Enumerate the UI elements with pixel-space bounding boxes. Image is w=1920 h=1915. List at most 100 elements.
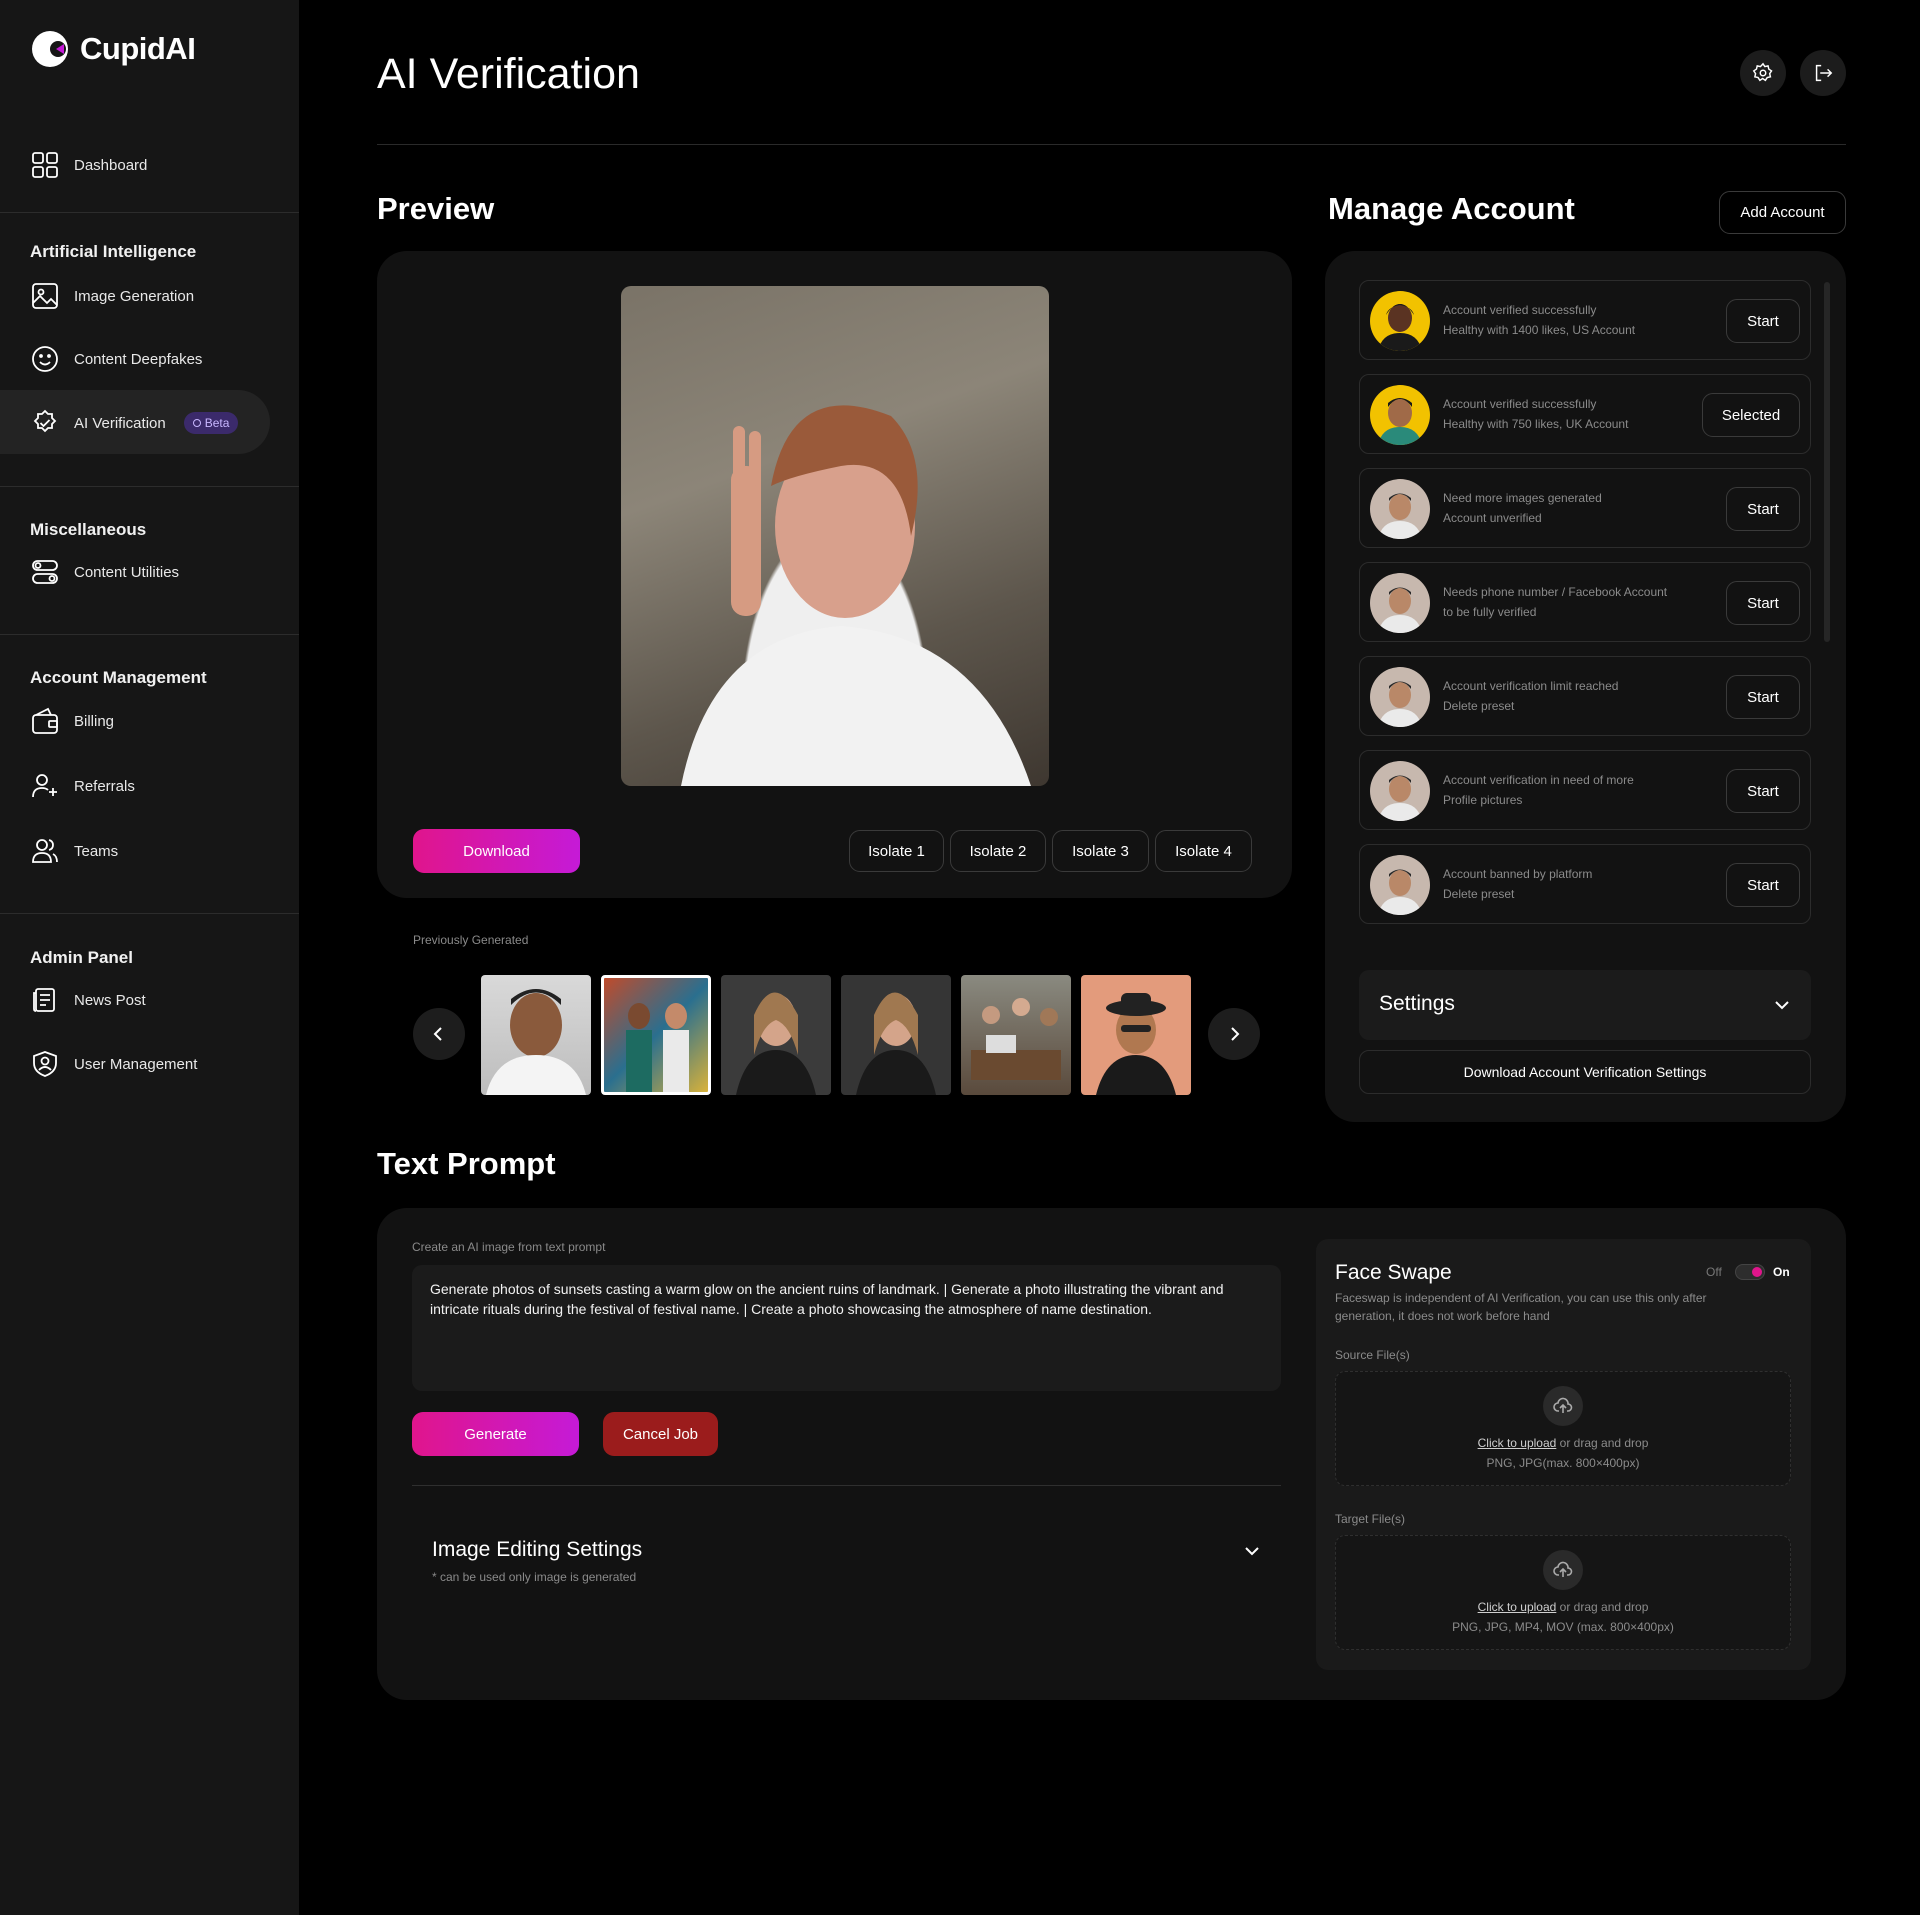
sidebar-item-label: Content Utilities xyxy=(74,563,180,581)
sidebar-item-news-post[interactable]: News Post xyxy=(30,980,146,1020)
face-swap-toggle[interactable] xyxy=(1735,1264,1765,1280)
section-title-ai: Artificial Intelligence xyxy=(30,242,197,261)
account-detail: Healthy with 1400 likes, US Account xyxy=(1443,323,1636,337)
sidebar-divider xyxy=(0,212,299,213)
sidebar-item-label: Teams xyxy=(74,842,119,860)
account-status: Needs phone number / Facebook Account xyxy=(1443,585,1668,599)
avatar xyxy=(1370,667,1430,727)
sidebar-item-content-deepfakes[interactable]: Content Deepfakes xyxy=(30,339,202,379)
beta-badge: Beta xyxy=(183,412,239,434)
brand-logo[interactable]: CupidAI xyxy=(30,29,196,69)
start-button[interactable]: Start xyxy=(1726,299,1800,343)
news-icon xyxy=(33,988,55,1012)
sidebar-item-label: Billing xyxy=(74,712,115,730)
selected-button[interactable]: Selected xyxy=(1702,393,1800,437)
logout-button[interactable] xyxy=(1800,50,1846,96)
source-dropzone[interactable]: Click to upload or drag and drop PNG, JP… xyxy=(1335,1371,1791,1486)
upload-cloud-icon xyxy=(1543,1550,1583,1590)
account-row[interactable]: Account verification in need of more Pro… xyxy=(1359,750,1811,830)
account-detail: Account unverified xyxy=(1443,511,1542,525)
isolate-4-button[interactable]: Isolate 4 xyxy=(1155,830,1252,872)
wallet-icon xyxy=(32,707,58,734)
previously-generated-label: Previously Generated xyxy=(413,933,529,947)
click-to-upload-link[interactable]: Click to upload xyxy=(1478,1600,1557,1614)
sidebar-item-user-management[interactable]: User Management xyxy=(30,1044,197,1084)
upload-instructions: Click to upload or drag and drop xyxy=(1336,1600,1790,1614)
user-add-icon xyxy=(32,774,57,798)
sidebar-item-dashboard[interactable]: Dashboard xyxy=(30,145,147,185)
account-status: Account banned by platform xyxy=(1443,867,1593,881)
chevron-right-icon xyxy=(1231,1027,1240,1041)
thumbnail[interactable] xyxy=(1081,975,1191,1095)
account-status: Account verified successfully xyxy=(1443,397,1597,411)
account-row[interactable]: Account verified successfully Healthy wi… xyxy=(1359,374,1811,454)
sidebar-item-content-utilities[interactable]: Content Utilities xyxy=(30,552,179,592)
account-row[interactable]: Needs phone number / Facebook Account to… xyxy=(1359,562,1811,642)
sidebar-item-label: Dashboard xyxy=(74,156,148,174)
image-editing-note: * can be used only image is generated xyxy=(432,1570,637,1584)
thumbnail[interactable] xyxy=(481,975,591,1095)
avatar xyxy=(1370,855,1430,915)
carousel-next-button[interactable] xyxy=(1208,1008,1260,1060)
sidebar-item-referrals[interactable]: Referrals xyxy=(30,766,135,806)
account-row[interactable]: Account verified successfully Healthy wi… xyxy=(1359,280,1811,360)
source-formats: PNG, JPG(max. 800×400px) xyxy=(1486,1456,1640,1470)
avatar xyxy=(1370,573,1430,633)
brand-name: CupidAI xyxy=(80,31,196,66)
account-row[interactable]: Need more images generated Account unver… xyxy=(1359,468,1811,548)
account-row[interactable]: Account banned by platform Delete preset… xyxy=(1359,844,1811,924)
add-account-button[interactable]: Add Account xyxy=(1719,191,1846,234)
carousel-prev-button[interactable] xyxy=(413,1008,465,1060)
sidebar-item-ai-verification[interactable]: AI Verification Beta xyxy=(30,403,239,443)
start-button[interactable]: Start xyxy=(1726,863,1800,907)
settings-icon xyxy=(1752,62,1773,82)
prompt-label: Create an AI image from text prompt xyxy=(412,1240,606,1254)
start-button[interactable]: Start xyxy=(1726,769,1800,813)
account-detail: Delete preset xyxy=(1443,887,1515,901)
account-detail: to be fully verified xyxy=(1443,605,1537,619)
image-editing-accordion[interactable]: Image Editing Settings * can be used onl… xyxy=(412,1528,1281,1588)
sidebar-divider xyxy=(0,913,299,914)
chevron-down-icon xyxy=(1775,1001,1789,1010)
start-button[interactable]: Start xyxy=(1726,675,1800,719)
isolate-2-button[interactable]: Isolate 2 xyxy=(950,830,1046,872)
toggles-icon xyxy=(32,560,58,584)
settings-button[interactable] xyxy=(1740,50,1786,96)
header-divider xyxy=(377,144,1846,145)
account-status: Account verified successfully xyxy=(1443,303,1597,317)
sidebar-item-billing[interactable]: Billing xyxy=(30,701,114,741)
toggle-on-label: On xyxy=(1773,1265,1790,1279)
drag-drop-text: or drag and drop xyxy=(1556,1600,1649,1614)
account-row[interactable]: Account verification limit reached Delet… xyxy=(1359,656,1811,736)
isolate-3-button[interactable]: Isolate 3 xyxy=(1052,830,1149,872)
sidebar-item-label: AI Verification xyxy=(74,414,166,432)
target-dropzone[interactable]: Click to upload or drag and drop PNG, JP… xyxy=(1335,1535,1791,1650)
chevron-left-icon xyxy=(433,1027,442,1041)
thumbnail[interactable] xyxy=(721,975,831,1095)
panel-separator xyxy=(377,898,1292,906)
beta-dot-icon xyxy=(192,419,201,427)
source-files-label: Source File(s) xyxy=(1335,1348,1410,1362)
face-swap-panel: Face Swape Faceswap is independent of AI… xyxy=(1316,1239,1811,1670)
download-settings-button[interactable]: Download Account Verification Settings xyxy=(1359,1050,1811,1094)
prompt-textarea[interactable]: Generate photos of sunsets casting a war… xyxy=(412,1265,1281,1391)
sidebar-item-image-generation[interactable]: Image Generation xyxy=(30,276,194,316)
start-button[interactable]: Start xyxy=(1726,581,1800,625)
cancel-job-button[interactable]: Cancel Job xyxy=(603,1412,718,1456)
isolate-1-button[interactable]: Isolate 1 xyxy=(849,830,944,872)
settings-accordion[interactable]: Settings xyxy=(1359,970,1811,1040)
thumbnail[interactable] xyxy=(841,975,951,1095)
thumbnail[interactable] xyxy=(961,975,1071,1095)
target-formats: PNG, JPG, MP4, MOV (max. 800×400px) xyxy=(1452,1620,1674,1634)
avatar xyxy=(1370,291,1430,351)
sidebar-item-teams[interactable]: Teams xyxy=(30,831,118,871)
accounts-scrollbar[interactable] xyxy=(1824,282,1830,642)
download-button[interactable]: Download xyxy=(413,829,580,873)
thumbnail-selected[interactable] xyxy=(601,975,711,1095)
cupid-logo-icon xyxy=(30,29,72,69)
start-button[interactable]: Start xyxy=(1726,487,1800,531)
generate-button[interactable]: Generate xyxy=(412,1412,579,1456)
prompt-divider xyxy=(412,1485,1281,1486)
beta-label: Beta xyxy=(204,416,230,430)
click-to-upload-link[interactable]: Click to upload xyxy=(1478,1436,1557,1450)
